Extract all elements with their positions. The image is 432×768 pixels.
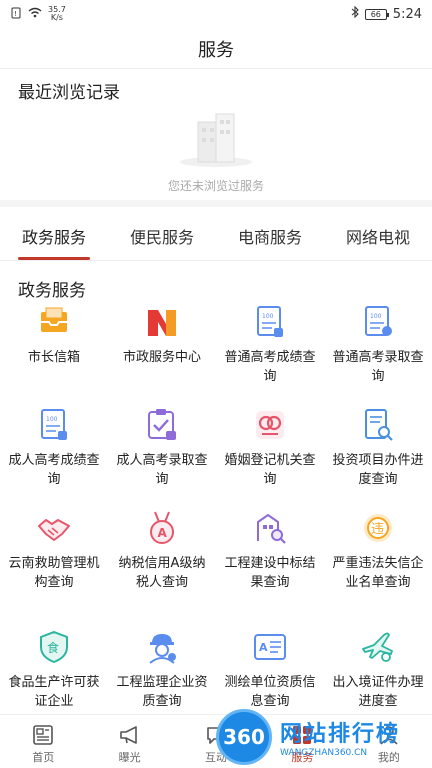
header-divider xyxy=(0,68,432,69)
service-item[interactable]: 违严重违法失信企业名单查询 xyxy=(324,510,432,592)
svg-text:食: 食 xyxy=(47,640,59,655)
service-item[interactable]: 婚姻登记机关查询 xyxy=(216,407,324,489)
service-label: 普通高考成绩查询 xyxy=(224,350,316,384)
service-item[interactable]: 云南救助管理机构查询 xyxy=(0,510,108,592)
news-icon xyxy=(0,723,86,747)
status-bar: ! 35.7 K/s 66 5:24 xyxy=(0,0,432,28)
svg-text:100: 100 xyxy=(262,313,274,320)
tab-0[interactable]: 政务服务 xyxy=(0,207,108,260)
watermark-url: WANGZHAN360.CN xyxy=(280,748,368,758)
recent-section-title: 最近浏览记录 xyxy=(18,83,120,103)
service-item[interactable]: 工程建设中标结果查询 xyxy=(216,510,324,592)
engineer-icon xyxy=(144,629,180,665)
service-label: 婚姻登记机关查询 xyxy=(224,453,316,487)
nav-label: 曝光 xyxy=(118,751,141,764)
service-item[interactable]: 100 普通高考录取查询 xyxy=(324,304,432,386)
gov-section-title: 政务服务 xyxy=(18,281,86,301)
svg-text:A: A xyxy=(259,641,268,654)
service-grid: 市长信箱 市政服务中心 100 普通高考成绩查询 100 普通高考录取查询 100 成人高考成… xyxy=(0,304,432,716)
empty-buildings-icon xyxy=(176,110,256,170)
municipal-logo-icon xyxy=(144,304,180,340)
violation-badge-icon: 违 xyxy=(360,510,396,546)
marriage-icon xyxy=(252,407,288,443)
service-label: 工程建设中标结果查询 xyxy=(224,556,316,590)
service-label: 成人高考成绩查询 xyxy=(8,453,100,487)
nav-item-0[interactable]: 首页 xyxy=(0,715,86,768)
building-search-icon xyxy=(252,510,288,546)
handshake-icon xyxy=(36,510,72,546)
clock: 5:24 xyxy=(392,6,422,22)
network-speed: 35.7 K/s xyxy=(48,6,66,22)
battery-icon: 66 xyxy=(364,8,389,20)
svg-text:A: A xyxy=(158,526,168,540)
service-item[interactable]: A 纳税信用A级纳税人查询 xyxy=(108,510,216,592)
service-item[interactable]: 投资项目办件进度查询 xyxy=(324,407,432,489)
service-item[interactable]: 成人高考录取查询 xyxy=(108,407,216,489)
watermark-title: 网站排行榜 xyxy=(280,722,401,747)
speed-unit: K/s xyxy=(50,13,63,22)
service-item[interactable]: 100 成人高考成绩查询 xyxy=(0,407,108,489)
service-item[interactable]: 100 普通高考成绩查询 xyxy=(216,304,324,386)
service-label: 市长信箱 xyxy=(27,350,80,365)
service-item[interactable]: 出入境证件办理进度查 xyxy=(324,629,432,711)
service-label: 严重违法失信企业名单查询 xyxy=(332,556,424,590)
watermark-text: 网站排行榜 WANGZHAN360.CN xyxy=(280,716,400,758)
service-item[interactable]: 食食品生产许可获证企业 xyxy=(0,629,108,711)
clipboard-check-icon xyxy=(144,407,180,443)
service-label: 工程监理企业资质查询 xyxy=(116,675,208,709)
score-card-icon: 100 xyxy=(252,304,288,340)
svg-text:100: 100 xyxy=(46,416,58,423)
svg-text:!: ! xyxy=(14,10,17,18)
status-left: ! 35.7 K/s xyxy=(10,6,66,22)
service-label: 投资项目办件进度查询 xyxy=(332,453,424,487)
food-shield-icon: 食 xyxy=(36,629,72,665)
service-label: 云南救助管理机构查询 xyxy=(8,556,100,590)
service-item[interactable]: A 测绘单位资质信息查询 xyxy=(216,629,324,711)
bluetooth-icon xyxy=(351,5,359,22)
sim-icon: ! xyxy=(10,7,22,22)
category-tabs: 政务服务 便民服务 电商服务 网络电视 xyxy=(0,207,432,261)
page-title: 服务 xyxy=(198,40,234,61)
mailbox-icon xyxy=(36,304,72,340)
admission-doc-icon: 100 xyxy=(360,304,396,340)
service-item[interactable]: 市长信箱 xyxy=(0,304,108,367)
tab-1[interactable]: 便民服务 xyxy=(108,207,216,260)
nav-label: 首页 xyxy=(32,751,55,764)
svg-text:100: 100 xyxy=(370,313,382,320)
service-label: 成人高考录取查询 xyxy=(116,453,208,487)
document-search-icon xyxy=(360,407,396,443)
service-label: 纳税信用A级纳税人查询 xyxy=(118,556,206,590)
svg-text:违: 违 xyxy=(371,522,384,537)
service-label: 普通高考录取查询 xyxy=(332,350,424,384)
section-separator xyxy=(0,200,432,207)
megaphone-icon xyxy=(86,723,172,747)
empty-state-text: 您还未浏览过服务 xyxy=(167,179,264,193)
medal-icon: A xyxy=(144,510,180,546)
nav-item-1[interactable]: 曝光 xyxy=(86,715,172,768)
service-item[interactable]: 市政服务中心 xyxy=(108,304,216,367)
status-right: 66 5:24 xyxy=(351,5,422,22)
watermark: 360 网站排行榜 WANGZHAN360.CN xyxy=(216,706,432,768)
service-item[interactable]: 工程监理企业资质查询 xyxy=(108,629,216,711)
service-label: 食品生产许可获证企业 xyxy=(8,675,100,709)
tab-2[interactable]: 电商服务 xyxy=(216,207,324,260)
service-label: 市政服务中心 xyxy=(122,350,201,365)
score-card-icon: 100 xyxy=(36,407,72,443)
airplane-icon xyxy=(360,629,396,665)
tab-3[interactable]: 网络电视 xyxy=(324,207,432,260)
watermark-360-logo: 360 xyxy=(216,709,272,765)
survey-card-icon: A xyxy=(252,629,288,665)
wifi-icon xyxy=(28,7,42,21)
